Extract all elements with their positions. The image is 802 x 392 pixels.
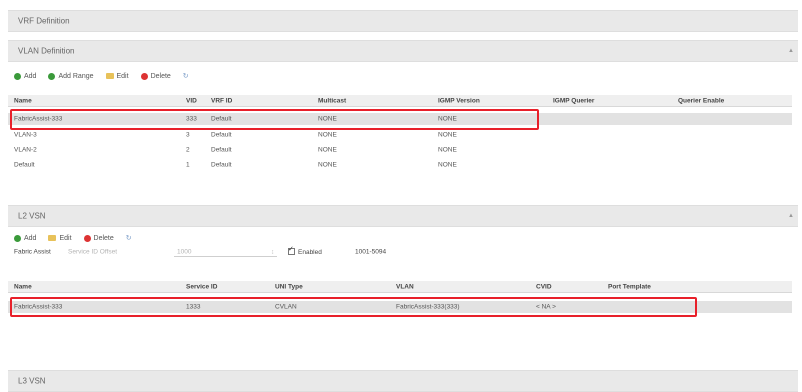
column-header[interactable]: VLAN: [396, 283, 414, 290]
column-header[interactable]: IGMP Version: [438, 97, 480, 104]
cell-multicast: NONE: [318, 131, 337, 139]
edit-icon: [48, 235, 57, 241]
checkbox-icon: [288, 245, 295, 255]
column-header[interactable]: Multicast: [318, 97, 346, 104]
table-row[interactable]: FabricAssist-333 1333 CVLAN FabricAssist…: [8, 301, 792, 313]
cell-name: FabricAssist-333: [14, 303, 63, 311]
l2-vsn-title: L2 VSN: [18, 211, 46, 221]
cell-multicast: NONE: [318, 161, 337, 169]
cell-multicast: NONE: [318, 146, 337, 154]
cell-igmp-version: NONE: [438, 115, 457, 123]
vlan-definition-header[interactable]: VLAN Definition ▲: [8, 40, 798, 62]
column-header[interactable]: VID: [186, 97, 197, 104]
delete-icon: [140, 72, 148, 80]
column-header[interactable]: Port Template: [608, 283, 651, 290]
table-row[interactable]: VLAN-2 2 Default NONE NONE: [8, 144, 792, 156]
l3-vsn-title: L3 VSN: [18, 376, 46, 386]
vlan-add-range-button[interactable]: Add Range: [48, 72, 94, 80]
cell-vrf-id: Default: [211, 131, 232, 139]
cell-igmp-version: NONE: [438, 146, 457, 154]
cell-vrf-id: Default: [211, 115, 232, 123]
l2-edit-button[interactable]: Edit: [48, 235, 72, 242]
l2-refresh-button[interactable]: ↻: [126, 234, 132, 242]
l2-add-button[interactable]: Add: [14, 234, 36, 242]
vlan-definition-title: VLAN Definition: [18, 46, 75, 56]
edit-icon: [105, 73, 114, 79]
cell-vid: 3: [186, 131, 190, 139]
add-range-icon: [48, 72, 56, 80]
cell-vrf-id: Default: [211, 161, 232, 169]
l2-vsn-toolbar: Add Edit Delete ↻: [14, 231, 140, 245]
l2-delete-button[interactable]: Delete: [83, 234, 114, 242]
service-id-range: 1001-5094: [355, 248, 387, 256]
table-row[interactable]: Default 1 Default NONE NONE: [8, 159, 792, 171]
column-header[interactable]: IGMP Querier: [553, 97, 594, 104]
vlan-table-header: Name VID VRF ID Multicast IGMP Version I…: [8, 95, 792, 107]
cell-vlan: FabricAssist-333(333): [396, 303, 460, 311]
column-header[interactable]: CVID: [536, 283, 552, 290]
delete-icon: [83, 234, 91, 242]
cell-service-id: 1333: [186, 303, 201, 311]
cell-uni-type: CVLAN: [275, 303, 297, 311]
cell-name: FabricAssist-333: [14, 115, 63, 123]
add-icon: [14, 72, 21, 80]
vrf-definition-header[interactable]: VRF Definition: [8, 10, 798, 32]
cell-cvid: < NA >: [536, 303, 556, 311]
cell-vid: 333: [186, 115, 197, 123]
fabric-assist-row: Fabric Assist Service ID Offset 1000 ↕ E…: [14, 245, 574, 258]
cell-igmp-version: NONE: [438, 131, 457, 139]
cell-name: Default: [14, 161, 35, 169]
fabric-assist-label: Fabric Assist: [14, 248, 51, 256]
vlan-toolbar: Add Add Range Edit Delete ↻: [14, 69, 197, 83]
cell-name: VLAN-2: [14, 146, 37, 154]
cell-multicast: NONE: [318, 115, 337, 123]
table-row[interactable]: VLAN-3 3 Default NONE NONE: [8, 129, 792, 141]
add-icon: [14, 234, 21, 242]
vlan-edit-button[interactable]: Edit: [105, 73, 129, 80]
l3-vsn-header[interactable]: L3 VSN: [8, 370, 798, 392]
collapse-icon[interactable]: ▲: [788, 213, 794, 219]
cell-vrf-id: Default: [211, 146, 232, 154]
column-header[interactable]: Service ID: [186, 283, 217, 290]
cell-igmp-version: NONE: [438, 161, 457, 169]
column-header[interactable]: Querier Enable: [678, 97, 724, 104]
vrf-definition-title: VRF Definition: [18, 16, 70, 26]
cell-name: VLAN-3: [14, 131, 37, 139]
refresh-icon: ↻: [182, 73, 189, 80]
column-header[interactable]: VRF ID: [211, 97, 232, 104]
service-id-offset-label: Service ID Offset: [68, 248, 118, 256]
cell-vid: 2: [186, 146, 190, 154]
vlan-delete-button[interactable]: Delete: [140, 72, 171, 80]
column-header[interactable]: Name: [14, 97, 32, 104]
service-id-offset-value: 1000: [177, 248, 192, 256]
cell-vid: 1: [186, 161, 190, 169]
l2-vsn-table-header: Name Service ID UNI Type VLAN CVID Port …: [8, 281, 792, 293]
table-row[interactable]: FabricAssist-333 333 Default NONE NONE: [8, 113, 792, 125]
column-header[interactable]: Name: [14, 283, 32, 290]
vlan-refresh-button[interactable]: ↻: [183, 72, 189, 80]
column-header[interactable]: UNI Type: [275, 283, 303, 290]
collapse-icon[interactable]: ▲: [788, 48, 794, 54]
vlan-add-button[interactable]: Add: [14, 72, 36, 80]
spinner-icon[interactable]: ↕: [271, 249, 274, 256]
l2-vsn-header[interactable]: L2 VSN ▲: [8, 205, 798, 227]
refresh-icon: ↻: [125, 235, 132, 242]
enabled-checkbox[interactable]: Enabled: [288, 245, 322, 256]
